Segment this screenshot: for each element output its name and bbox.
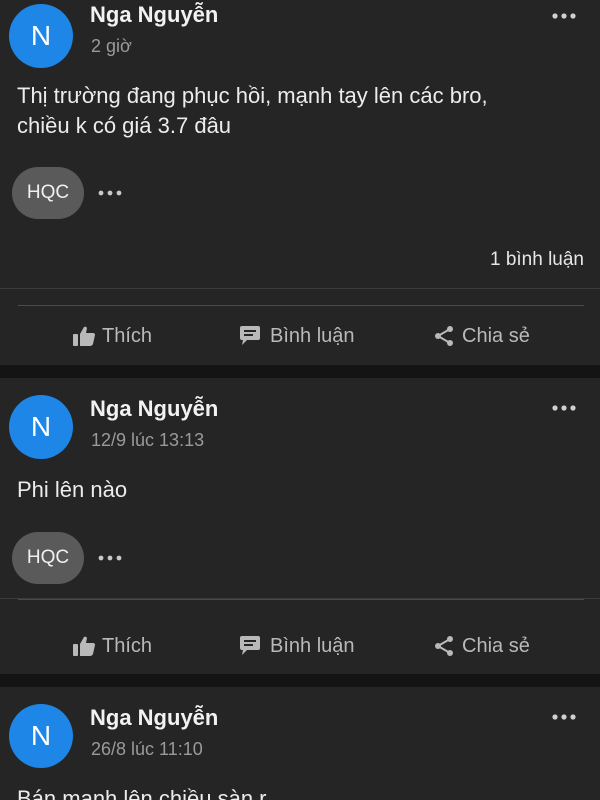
divider	[0, 288, 600, 289]
post-time[interactable]: 12/9 lúc 13:13	[91, 430, 204, 451]
more-horizontal-icon	[98, 190, 122, 196]
share-button[interactable]: Chia sẻ	[432, 313, 530, 359]
avatar-letter: N	[30, 720, 52, 751]
divider	[18, 305, 584, 306]
post-content: Phi lên nào	[17, 477, 128, 502]
share-label: Chia sẻ	[462, 634, 530, 657]
post-options-button[interactable]	[550, 6, 578, 26]
comment-button[interactable]: Bình luận	[238, 623, 355, 669]
comment-label: Bình luận	[270, 324, 355, 347]
news-feed: N Nga Nguyễn 2 giờ Thị trường đang phục …	[0, 0, 600, 800]
author-name[interactable]: Nga Nguyễn	[90, 396, 218, 422]
avatar[interactable]: N	[9, 4, 73, 68]
stock-tag[interactable]: HQC	[12, 532, 84, 584]
share-icon	[435, 326, 453, 346]
more-horizontal-icon	[552, 13, 576, 19]
author-name[interactable]: Nga Nguyễn	[90, 705, 218, 731]
more-horizontal-icon	[552, 405, 576, 411]
avatar-letter: N	[30, 411, 52, 442]
stock-tag[interactable]: HQC	[12, 167, 84, 219]
avatar-letter: N	[30, 20, 52, 51]
comment-label: Bình luận	[270, 634, 355, 657]
avatar[interactable]: N	[9, 704, 73, 768]
comment-button[interactable]: Bình luận	[238, 313, 355, 359]
like-button[interactable]: Thích	[72, 313, 152, 359]
thumbs-up-icon	[73, 636, 95, 656]
post-time[interactable]: 2 giờ	[91, 36, 132, 57]
post-content: Thị trường đang phục hồi, mạnh tay lên c…	[17, 83, 488, 138]
thumbs-up-icon	[73, 326, 95, 346]
post-options-button[interactable]	[550, 707, 578, 727]
like-label: Thích	[102, 634, 153, 657]
share-icon	[435, 636, 453, 656]
divider	[18, 599, 584, 600]
like-label: Thích	[102, 324, 153, 347]
post-card: N Nga Nguyễn 12/9 lúc 13:13 Phi lên nào …	[0, 378, 600, 674]
avatar[interactable]: N	[9, 395, 73, 459]
more-horizontal-icon	[98, 555, 122, 561]
post-time[interactable]: 26/8 lúc 11:10	[91, 739, 203, 760]
post-actions: Thích Bình luận Chia sẻ	[0, 623, 600, 669]
comment-count[interactable]: 1 bình luận	[490, 249, 584, 271]
comment-bubble-icon	[240, 636, 260, 655]
share-label: Chia sẻ	[462, 324, 530, 347]
share-button[interactable]: Chia sẻ	[432, 623, 530, 669]
more-horizontal-icon	[552, 714, 576, 720]
post-options-button[interactable]	[550, 398, 578, 418]
post-card: N Nga Nguyễn 26/8 lúc 11:10 Bán mạnh lên…	[0, 687, 600, 800]
post-actions: Thích Bình luận Chia sẻ	[0, 313, 600, 359]
tag-more-button[interactable]	[96, 183, 124, 203]
post-card: N Nga Nguyễn 2 giờ Thị trường đang phục …	[0, 0, 600, 365]
tag-more-button[interactable]	[96, 548, 124, 568]
comment-bubble-icon	[240, 326, 260, 345]
author-name[interactable]: Nga Nguyễn	[90, 2, 218, 28]
like-button[interactable]: Thích	[72, 623, 152, 669]
post-content: Bán mạnh lên chiều sàn r	[17, 786, 267, 800]
